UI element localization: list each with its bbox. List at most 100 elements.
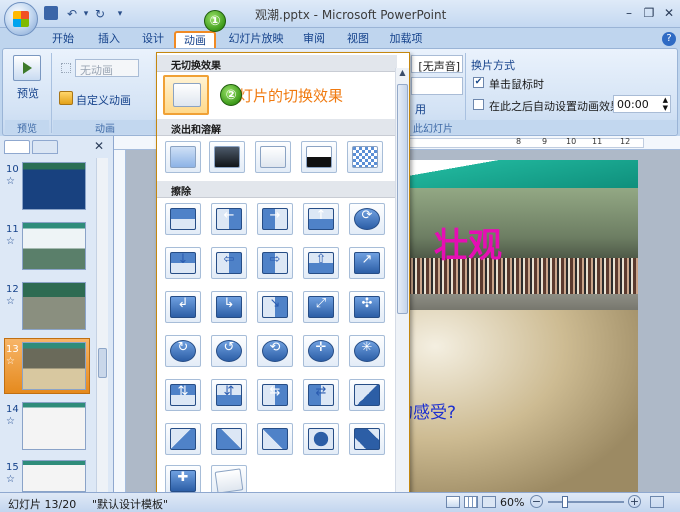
zoom-in-item[interactable]: ✣ <box>349 291 385 323</box>
slide-thumbnail[interactable] <box>22 162 86 210</box>
stairs-3-item[interactable] <box>257 423 293 455</box>
slideshow-icon[interactable] <box>482 496 496 508</box>
wipe-left-item[interactable]: ← <box>211 203 247 235</box>
tab-review[interactable]: 审阅 <box>296 31 332 48</box>
uncover-right-item[interactable]: ⇨ <box>257 247 293 279</box>
save-icon[interactable] <box>44 6 58 20</box>
slide-thumbnail[interactable] <box>22 282 86 330</box>
cover-corner-3-item[interactable]: ↘ <box>257 291 293 323</box>
uncover-down-item[interactable]: ↓ <box>165 247 201 279</box>
cut-icon <box>260 146 286 168</box>
close-pane-icon[interactable]: ✕ <box>94 139 104 153</box>
scroll-up-icon[interactable]: ▲ <box>396 68 409 82</box>
on-click-checkbox[interactable]: ✔ <box>473 77 484 88</box>
diamond-icon <box>354 428 380 450</box>
strips-item[interactable] <box>349 379 385 411</box>
slide-number: 11 <box>6 224 19 235</box>
tab-animations[interactable]: 动画 <box>174 31 216 48</box>
slide-thumbnail-selected[interactable] <box>22 342 86 390</box>
ruler-mark: 12 <box>620 137 631 146</box>
zoom-in-icon[interactable]: + <box>628 495 641 508</box>
help-icon[interactable]: ? <box>662 32 676 46</box>
uncover-diagonal-item[interactable]: ↗ <box>349 247 385 279</box>
wipe-down-item[interactable] <box>165 203 201 235</box>
arrow-up-icon: ↑ <box>315 208 327 223</box>
transition-speed-dropdown[interactable] <box>411 77 463 95</box>
preview-button[interactable]: 预览 <box>17 85 39 101</box>
office-logo-icon <box>13 11 29 27</box>
spinner-icon[interactable]: ▲ ▼ <box>663 96 668 112</box>
circle-item[interactable] <box>303 423 339 455</box>
transition-sound-dropdown[interactable]: [无声音] <box>411 55 463 73</box>
arrows-in-icon: ✣ <box>361 296 373 311</box>
slides-tab[interactable] <box>4 140 30 154</box>
scroll-thumb[interactable] <box>98 348 107 378</box>
outline-tab[interactable] <box>32 140 58 154</box>
cover-corner-2-item[interactable]: ↳ <box>211 291 247 323</box>
split-vertical-in-item[interactable]: ⇄ <box>303 379 339 411</box>
auto-advance-time-input[interactable]: 00:00 ▲ ▼ <box>613 95 671 113</box>
custom-animation-button[interactable]: 自定义动画 <box>76 92 131 108</box>
annotation-badge-2: ② <box>220 84 242 106</box>
slide-sorter-icon[interactable] <box>464 496 478 508</box>
wheel-8-item[interactable]: ✳ <box>349 335 385 367</box>
zoom-level[interactable]: 60% <box>500 496 524 509</box>
zoom-out-item[interactable]: ⤢ <box>303 291 339 323</box>
fade-smoothly-item[interactable] <box>165 141 201 173</box>
slide-thumbnail[interactable] <box>22 402 86 450</box>
dissolve-item[interactable] <box>347 141 383 173</box>
normal-view-icon[interactable] <box>446 496 460 508</box>
cut-through-black-item[interactable] <box>301 141 337 173</box>
preview-icon[interactable] <box>13 55 41 81</box>
diamond-item[interactable] <box>349 423 385 455</box>
wheel-4-item[interactable]: ✛ <box>303 335 339 367</box>
slide-thumbnail[interactable] <box>22 460 86 492</box>
wipe-up-item[interactable]: ↑ <box>303 203 339 235</box>
wipe-right-item[interactable]: → <box>257 203 293 235</box>
tab-view[interactable]: 视图 <box>340 31 376 48</box>
arrow-right-icon: → <box>269 208 281 223</box>
wedge-item[interactable]: ⟳ <box>349 203 385 235</box>
tab-insert[interactable]: 插入 <box>90 31 128 48</box>
cover-corner-item[interactable]: ↲ <box>165 291 201 323</box>
tab-home[interactable]: 开始 <box>44 31 82 48</box>
animate-dropdown[interactable]: 无动画 <box>75 59 139 77</box>
tab-design[interactable]: 设计 <box>134 31 172 48</box>
tab-addins[interactable]: 加载项 <box>386 31 426 48</box>
thumbnail-scrollbar[interactable] <box>96 158 108 492</box>
maximize-icon[interactable]: ❐ <box>640 5 658 21</box>
split-horizontal-in-item[interactable]: ⇵ <box>211 379 247 411</box>
wheel-1-item[interactable]: ↻ <box>165 335 201 367</box>
fit-to-window-icon[interactable] <box>650 496 664 508</box>
uncover-up-item[interactable]: ⇧ <box>303 247 339 279</box>
stairs-1-item[interactable] <box>165 423 201 455</box>
split-vertical-out-item[interactable]: ⇆ <box>257 379 293 411</box>
wheel-3-item[interactable]: ⟲ <box>257 335 293 367</box>
no-transition-item[interactable] <box>163 75 209 115</box>
redo-icon[interactable]: ↻ <box>92 6 108 22</box>
section-fade-dissolve: 淡出和溶解 <box>157 119 397 136</box>
gallery-scrollbar[interactable]: ▲ ▼ <box>395 68 409 506</box>
wheel-2-item[interactable]: ↺ <box>211 335 247 367</box>
uncover-left-item[interactable]: ⇦ <box>211 247 247 279</box>
cut-item[interactable] <box>255 141 291 173</box>
close-icon[interactable]: ✕ <box>660 5 678 21</box>
slide-star-icon: ☆ <box>6 474 15 485</box>
fade-icon <box>170 146 196 168</box>
fade-through-black-item[interactable] <box>209 141 245 173</box>
zoom-out-icon[interactable]: − <box>530 495 543 508</box>
vertical-ruler <box>114 150 126 492</box>
zoom-slider[interactable] <box>548 501 624 503</box>
slide-thumbnail[interactable] <box>22 222 86 270</box>
minimize-icon[interactable]: – <box>620 5 638 21</box>
auto-advance-checkbox[interactable] <box>473 99 484 110</box>
zoom-slider-thumb[interactable] <box>562 496 568 508</box>
split-horizontal-out-item[interactable]: ⇅ <box>165 379 201 411</box>
stairs-2-item[interactable] <box>211 423 247 455</box>
split-arrow-icon: ⇵ <box>223 384 235 399</box>
scroll-thumb[interactable] <box>397 84 408 314</box>
annotation-badge-1: ① <box>204 10 226 32</box>
customize-qat-icon[interactable]: ▾ <box>112 6 128 22</box>
apply-to-all-button[interactable]: 用 <box>415 101 426 117</box>
tab-slideshow[interactable]: 幻灯片放映 <box>226 31 286 48</box>
